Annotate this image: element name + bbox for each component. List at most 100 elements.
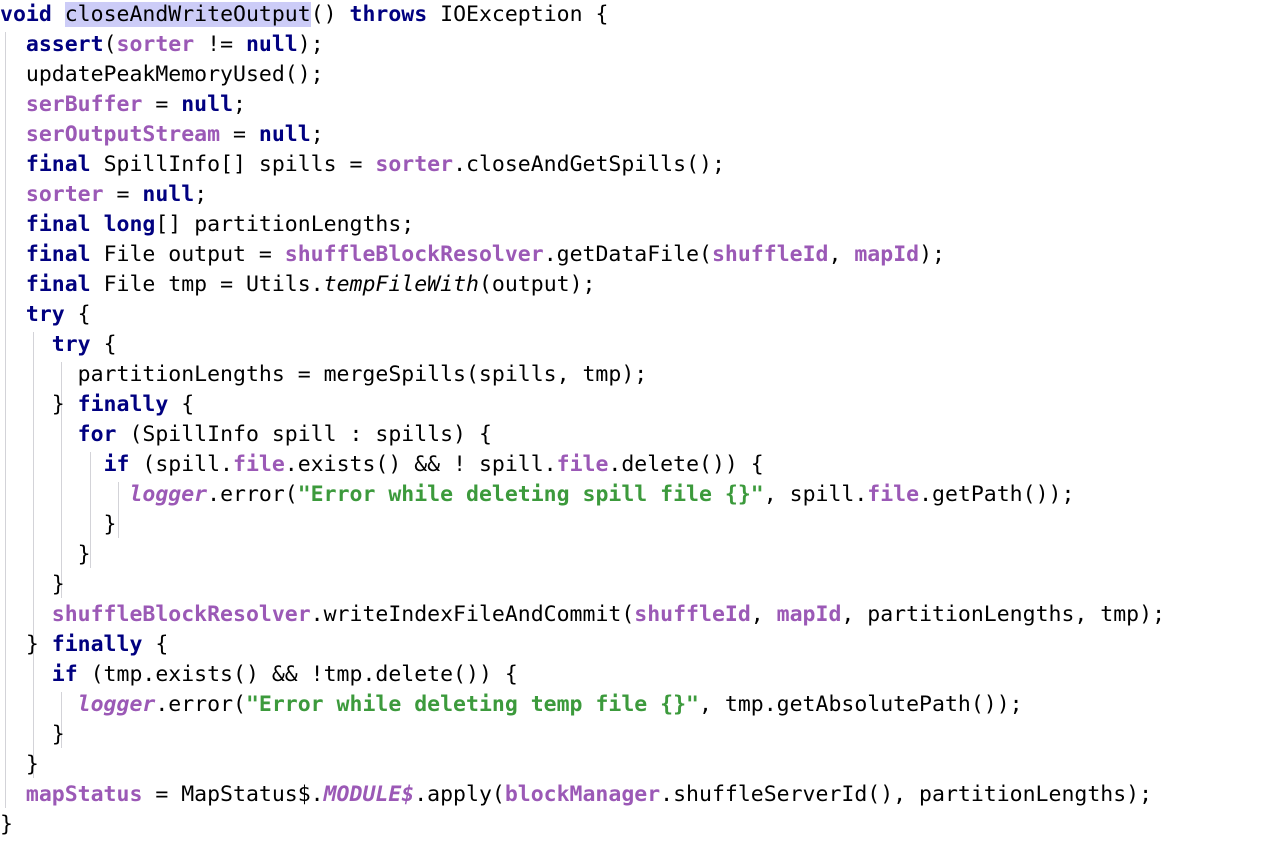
- code-token: if: [51, 662, 78, 687]
- code-line[interactable]: if (tmp.exists() && !tmp.delete()) {: [0, 660, 1286, 690]
- code-token: shuffleBlockResolver: [284, 242, 544, 267]
- code-token: sorter: [375, 152, 454, 177]
- code-line[interactable]: }: [0, 510, 1286, 540]
- code-line[interactable]: serOutputStream = null;: [0, 120, 1286, 150]
- code-token: ;: [194, 182, 208, 207]
- code-line-text: }: [0, 540, 91, 570]
- code-token: throws: [349, 2, 428, 27]
- code-line[interactable]: assert(sorter != null);: [0, 30, 1286, 60]
- code-token: (tmp.exists() && !tmp.delete()) {: [77, 662, 518, 687]
- code-token: .delete()) {: [608, 452, 764, 477]
- code-line[interactable]: serBuffer = null;: [0, 90, 1286, 120]
- code-token: .writeIndexFileAndCommit(: [310, 602, 635, 627]
- code-line[interactable]: final File tmp = Utils.tempFileWith(outp…: [0, 270, 1286, 300]
- code-token: File tmp = Utils.: [90, 272, 324, 297]
- code-line-text: for (SpillInfo spill : spills) {: [0, 420, 492, 450]
- code-token: =: [142, 92, 182, 117]
- code-line-text: void closeAndWriteOutput() throws IOExce…: [0, 0, 608, 30]
- code-line[interactable]: try {: [0, 330, 1286, 360]
- code-token: closeAndWriteOutput: [64, 2, 311, 27]
- code-line[interactable]: updatePeakMemoryUsed();: [0, 60, 1286, 90]
- code-token: }: [0, 392, 78, 417]
- code-line-text: } finally {: [0, 390, 194, 420]
- code-line[interactable]: for (SpillInfo spill : spills) {: [0, 420, 1286, 450]
- code-line[interactable]: final File output = shuffleBlockResolver…: [0, 240, 1286, 270]
- code-line-text: }: [0, 720, 65, 750]
- code-token: assert: [25, 32, 104, 57]
- code-line[interactable]: } finally {: [0, 390, 1286, 420]
- code-token: (output);: [478, 272, 596, 297]
- code-line[interactable]: final SpillInfo[] spills = sorter.closeA…: [0, 150, 1286, 180]
- code-token: }: [0, 752, 39, 777]
- code-line[interactable]: }: [0, 720, 1286, 750]
- code-token: {: [142, 632, 169, 657]
- code-line[interactable]: }: [0, 570, 1286, 600]
- code-token: ;: [310, 122, 324, 147]
- code-line-text: if (spill.file.exists() && ! spill.file.…: [0, 450, 764, 480]
- code-line-text: }: [0, 810, 13, 840]
- code-line-text: final File tmp = Utils.tempFileWith(outp…: [0, 270, 596, 300]
- code-line[interactable]: final long[] partitionLengths;: [0, 210, 1286, 240]
- code-line[interactable]: }: [0, 540, 1286, 570]
- code-token: IOException {: [427, 2, 609, 27]
- code-token: try: [25, 302, 65, 327]
- code-token: null: [245, 32, 298, 57]
- code-line-text: try {: [0, 300, 91, 330]
- code-line[interactable]: sorter = null;: [0, 180, 1286, 210]
- code-token: try: [51, 332, 91, 357]
- code-token: [] partitionLengths;: [155, 212, 415, 237]
- code-line-text: partitionLengths = mergeSpills(spills, t…: [0, 360, 648, 390]
- code-token: !=: [194, 32, 246, 57]
- code-token: finally: [51, 632, 143, 657]
- code-line[interactable]: } finally {: [0, 630, 1286, 660]
- code-token: shuffleId: [634, 602, 751, 627]
- code-line[interactable]: logger.error("Error while deleting temp …: [0, 690, 1286, 720]
- code-line[interactable]: logger.error("Error while deleting spill…: [0, 480, 1286, 510]
- code-line[interactable]: void closeAndWriteOutput() throws IOExce…: [0, 0, 1286, 30]
- code-line[interactable]: }: [0, 810, 1286, 840]
- code-token: .shuffleServerId(), partitionLengths);: [660, 782, 1153, 807]
- code-line-text: sorter = null;: [0, 180, 207, 210]
- code-token: serBuffer: [25, 92, 143, 117]
- code-token: }: [0, 542, 91, 567]
- code-token: "Error while deleting spill file {}": [297, 482, 764, 507]
- code-token: , spill.: [763, 482, 868, 507]
- code-token: );: [297, 32, 324, 57]
- code-token: final: [25, 152, 91, 177]
- code-token: serOutputStream: [25, 122, 221, 147]
- code-line[interactable]: partitionLengths = mergeSpills(spills, t…: [0, 360, 1286, 390]
- code-token: }: [0, 632, 52, 657]
- code-editor[interactable]: void closeAndWriteOutput() throws IOExce…: [0, 0, 1286, 842]
- code-line[interactable]: shuffleBlockResolver.writeIndexFileAndCo…: [0, 600, 1286, 630]
- code-token: file: [233, 452, 285, 477]
- code-line[interactable]: mapStatus = MapStatus$.MODULE$.apply(blo…: [0, 780, 1286, 810]
- code-token: blockManager: [504, 782, 661, 807]
- code-line-text: assert(sorter != null);: [0, 30, 324, 60]
- code-token: void: [0, 2, 52, 27]
- code-line-text: logger.error("Error while deleting spill…: [0, 480, 1074, 510]
- code-line-text: final SpillInfo[] spills = sorter.closeA…: [0, 150, 725, 180]
- code-line[interactable]: try {: [0, 300, 1286, 330]
- code-token: final: [25, 242, 91, 267]
- code-line[interactable]: if (spill.file.exists() && ! spill.file.…: [0, 450, 1286, 480]
- code-line-text: serOutputStream = null;: [0, 120, 324, 150]
- code-token: logger: [129, 482, 208, 507]
- code-token: {: [64, 302, 91, 327]
- code-line[interactable]: }: [0, 750, 1286, 780]
- code-token: shuffleId: [711, 242, 829, 267]
- code-token: updatePeakMemoryUsed();: [0, 62, 324, 87]
- code-token: null: [181, 92, 234, 117]
- code-token: mapStatus: [25, 782, 143, 807]
- code-line-text: final long[] partitionLengths;: [0, 210, 414, 240]
- code-line-text: shuffleBlockResolver.writeIndexFileAndCo…: [0, 600, 1165, 630]
- code-line-text: if (tmp.exists() && !tmp.delete()) {: [0, 660, 518, 690]
- code-token: "Error while deleting temp file {}": [245, 692, 699, 717]
